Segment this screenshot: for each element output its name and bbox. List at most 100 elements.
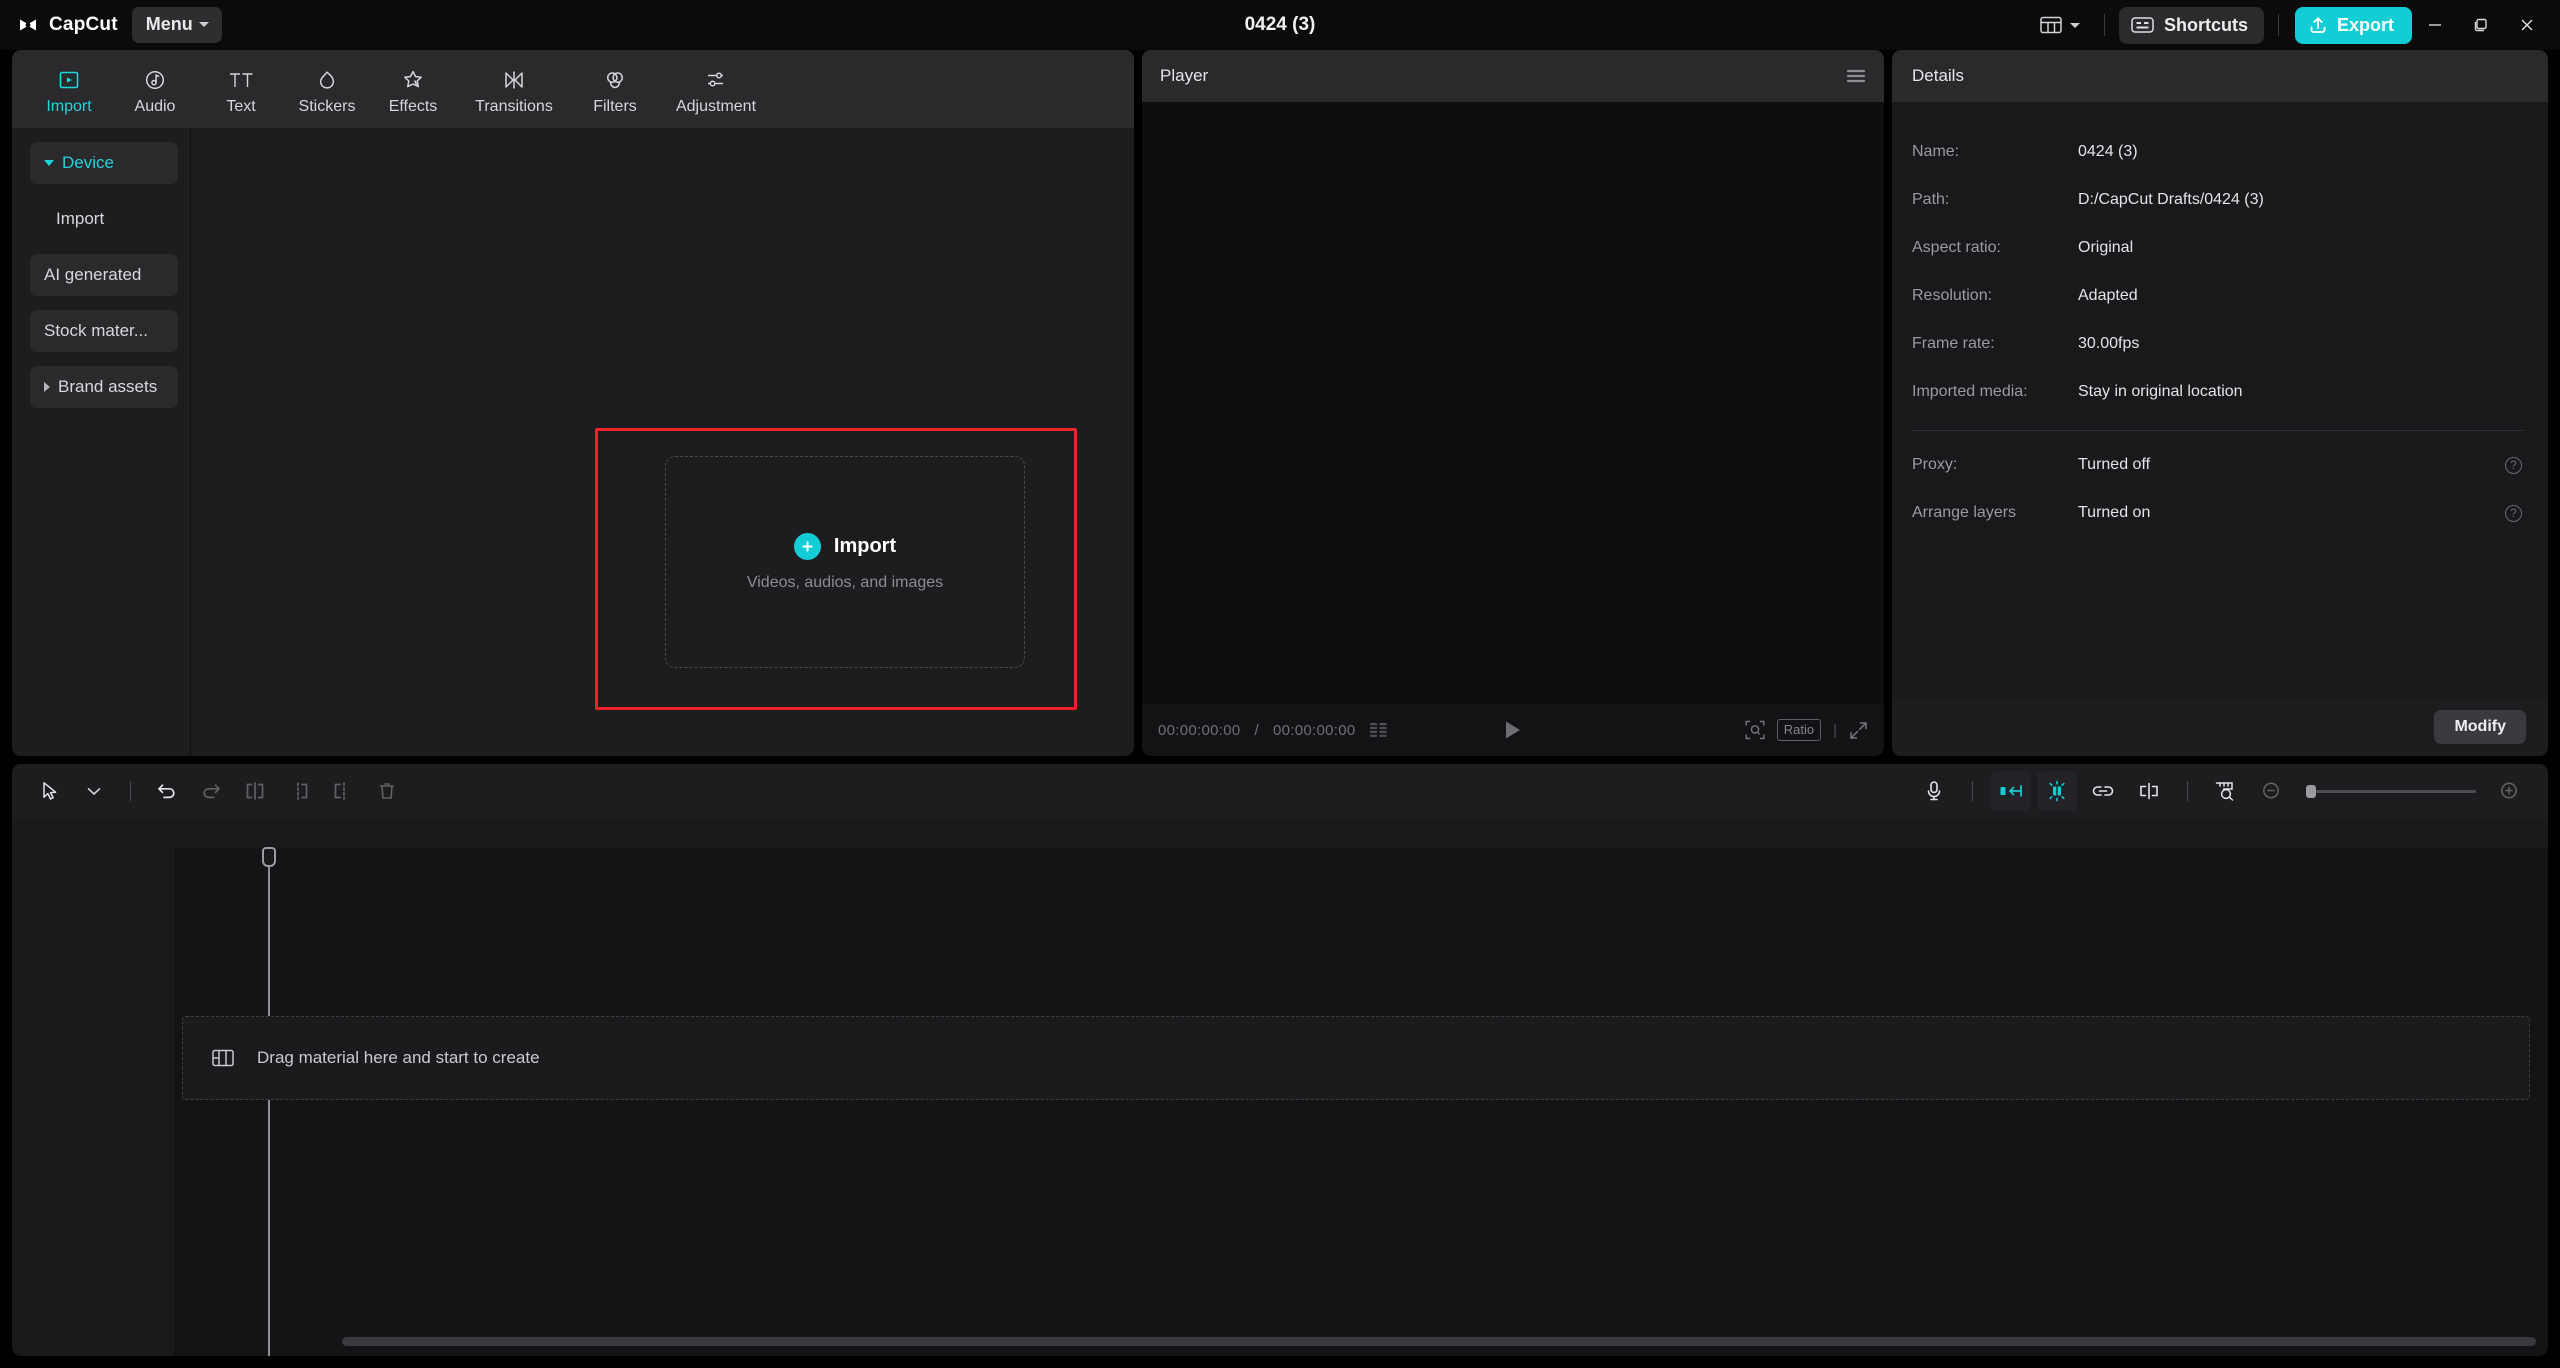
title-bar: CapCut Menu 0424 (3) Shortcuts Export <box>0 0 2560 50</box>
chevron-down-icon <box>87 787 101 796</box>
timeline-toolbar-left <box>30 771 407 811</box>
tab-import[interactable]: Import <box>26 63 112 116</box>
music-note-icon <box>143 67 167 93</box>
tool-tabs: Import Audio Text Stickers Effects Trans… <box>12 50 1134 128</box>
category-device-label: Device <box>62 153 114 172</box>
timeline-body: Drag material here and start to create <box>12 847 2548 1356</box>
tab-audio[interactable]: Audio <box>112 63 198 116</box>
category-stock-materials[interactable]: Stock mater... <box>30 310 178 352</box>
modify-button[interactable]: Modify <box>2434 710 2526 744</box>
timeline-canvas[interactable]: Drag material here and start to create <box>176 847 2548 1356</box>
trash-icon <box>377 781 397 801</box>
ruler-magnify-icon <box>2214 780 2238 802</box>
undo-button[interactable] <box>147 771 187 811</box>
details-footer: Modify <box>1892 698 2548 756</box>
details-label: Name: <box>1912 143 1960 160</box>
tab-transitions[interactable]: Transitions <box>456 63 572 116</box>
details-title: Details <box>1912 66 1964 85</box>
maximize-button[interactable] <box>2458 0 2504 50</box>
empty-track-dropzone[interactable]: Drag material here and start to create <box>182 1016 2530 1100</box>
aspect-ratio-button[interactable]: Ratio <box>1776 719 1822 741</box>
tab-text[interactable]: Text <box>198 63 284 116</box>
details-row-aspect-ratio: Aspect ratio: Original <box>1912 224 2526 272</box>
import-sublabel: Videos, audios, and images <box>746 573 944 591</box>
sparkle-star-icon <box>401 67 425 93</box>
list-view-icon[interactable] <box>1369 723 1388 737</box>
mirror-button[interactable] <box>2129 771 2169 811</box>
auto-snap-button[interactable] <box>1991 771 2031 811</box>
close-button[interactable] <box>2504 0 2550 50</box>
select-cursor-tool[interactable] <box>30 771 70 811</box>
capcut-logo-icon <box>16 13 40 37</box>
details-body: Name: 0424 (3) Path: D:/CapCut Drafts/04… <box>1892 102 2548 537</box>
import-dropzone[interactable]: Import Videos, audios, and images <box>665 456 1025 668</box>
timeline-horizontal-scrollbar[interactable] <box>342 1337 2536 1346</box>
minimize-button[interactable] <box>2412 0 2458 50</box>
split-clip-icon <box>244 781 266 801</box>
link-av-button[interactable] <box>2083 771 2123 811</box>
cursor-tool-dropdown[interactable] <box>74 771 114 811</box>
record-voiceover-button[interactable] <box>1914 771 1954 811</box>
snap-to-edge-icon <box>1999 782 2023 800</box>
playhead-handle[interactable] <box>262 847 276 867</box>
timeline-zoom-slider[interactable] <box>2306 784 2476 798</box>
question-circle-icon[interactable]: ? <box>2505 456 2522 474</box>
tab-stickers[interactable]: Stickers <box>284 63 370 116</box>
zoom-slider-handle[interactable] <box>2306 784 2316 798</box>
import-label: Import <box>833 534 897 557</box>
export-button-label: Export <box>2336 14 2394 35</box>
media-library-panel: Import Audio Text Stickers Effects Trans… <box>12 50 1134 756</box>
question-circle-icon[interactable]: ? <box>2505 504 2522 522</box>
redo-button <box>191 771 231 811</box>
undo-arrow-icon <box>156 781 178 801</box>
tab-adjustment[interactable]: Adjustment <box>658 63 774 116</box>
mirror-split-icon <box>2137 782 2161 800</box>
player-controls: 00:00:00:00 / 00:00:00:00 Ratio | <box>1142 704 1884 756</box>
hamburger-icon[interactable] <box>1846 68 1866 84</box>
fullscreen-icon[interactable] <box>1849 721 1868 740</box>
category-device[interactable]: Device <box>30 142 178 184</box>
player-title: Player <box>1160 66 1209 85</box>
title-bar-right: Shortcuts Export <box>2030 0 2560 50</box>
tab-text-label: Text <box>226 97 256 115</box>
details-value: Original <box>2078 239 2134 256</box>
category-brand-assets[interactable]: Brand assets <box>30 366 178 408</box>
details-label: Frame rate: <box>1912 335 1995 352</box>
shortcuts-button[interactable]: Shortcuts <box>2118 6 2264 44</box>
tab-filters[interactable]: Filters <box>572 63 658 116</box>
chevron-down-icon <box>2069 22 2080 28</box>
divider <box>1972 781 1973 801</box>
category-ai-generated[interactable]: AI generated <box>30 254 178 296</box>
category-import[interactable]: Import <box>30 198 178 240</box>
details-value: Stay in original location <box>2078 383 2243 400</box>
trim-left-button <box>279 771 319 811</box>
layout-switch-button[interactable] <box>2030 8 2090 42</box>
divider <box>2103 14 2105 36</box>
tab-import-label: Import <box>46 97 92 115</box>
restore-icon <box>2473 17 2489 33</box>
category-ai-generated-label: AI generated <box>44 265 142 284</box>
details-value: Adapted <box>2078 287 2138 304</box>
details-row-name: Name: 0424 (3) <box>1912 128 2526 176</box>
timeline-ruler[interactable] <box>12 818 2548 848</box>
play-icon[interactable] <box>1504 720 1522 740</box>
tab-effects[interactable]: Effects <box>370 63 456 116</box>
export-button[interactable]: Export <box>2294 6 2412 44</box>
timeline-track-gutter <box>12 848 176 1356</box>
tab-filters-label: Filters <box>593 97 637 115</box>
filters-circles-icon <box>603 67 627 93</box>
magnetic-button[interactable] <box>2037 771 2077 811</box>
player-panel: Player 00:00:00:00 / 00:00:00:00 Ratio | <box>1142 50 1884 756</box>
total-timecode: 00:00:00:00 <box>1273 721 1356 739</box>
preview-quality-button[interactable] <box>2206 771 2246 811</box>
menu-button[interactable]: Menu <box>131 7 222 43</box>
trim-left-icon <box>288 781 310 801</box>
plus-circle-icon <box>793 532 821 560</box>
close-icon <box>2519 17 2535 33</box>
player-preview-stage[interactable] <box>1142 102 1884 704</box>
trim-right-button <box>323 771 363 811</box>
magnify-frame-icon[interactable] <box>1745 720 1765 740</box>
details-row-path: Path: D:/CapCut Drafts/0424 (3) <box>1912 176 2526 224</box>
details-label: Arrange layers <box>1912 504 2017 521</box>
playhead[interactable] <box>262 847 276 1356</box>
